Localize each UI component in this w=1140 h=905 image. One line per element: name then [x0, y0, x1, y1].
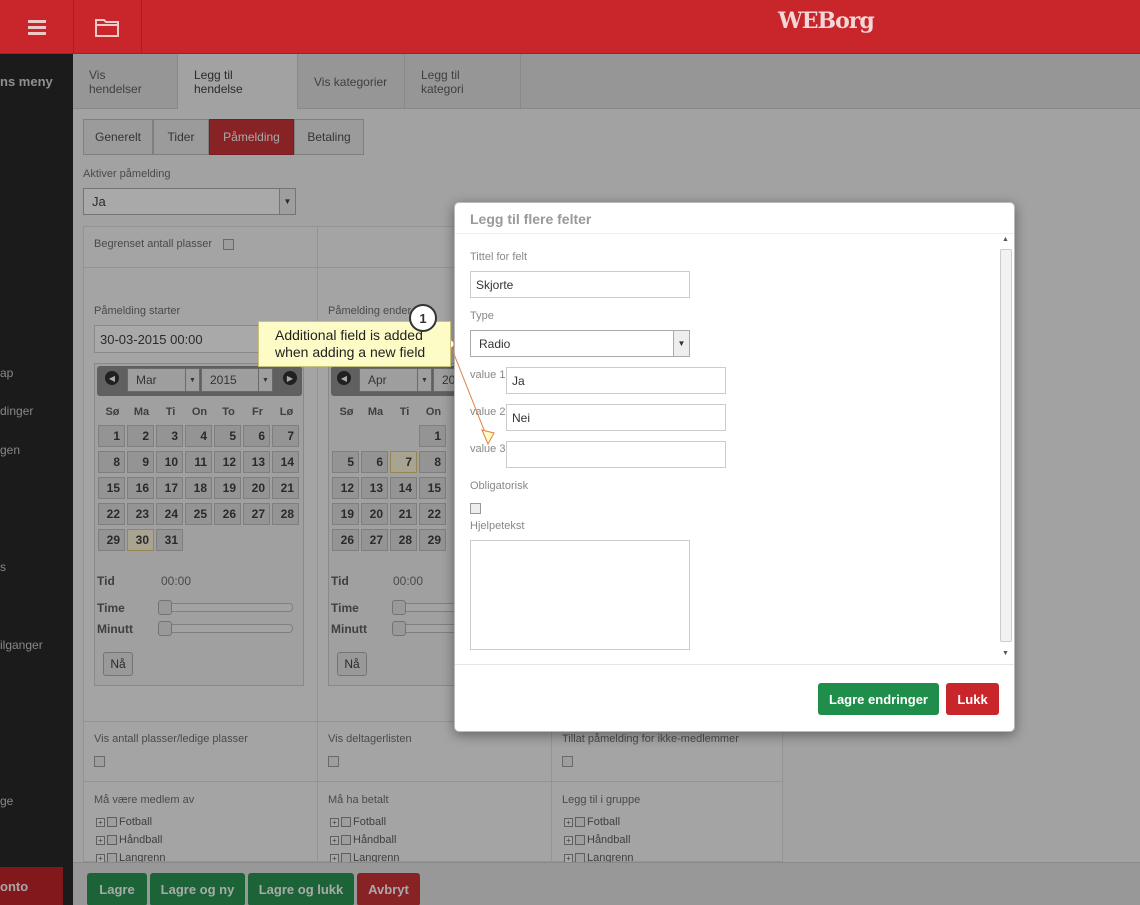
hamburger-menu-button[interactable] — [0, 0, 74, 54]
folder-button[interactable] — [74, 0, 142, 54]
save-changes-button[interactable]: Lagre endringer — [818, 683, 939, 715]
obligatorisk-label: Obligatorisk — [470, 480, 529, 492]
scroll-down-icon[interactable]: ▼ — [1002, 650, 1009, 657]
add-fields-modal: Legg til flere felter Tittel for felt Sk… — [454, 202, 1015, 732]
value-input[interactable]: Nei — [506, 404, 726, 431]
hamburger-icon — [27, 20, 46, 35]
hjelpetekst-label: Hjelpetekst — [470, 520, 525, 532]
value-input[interactable]: Ja — [506, 367, 726, 394]
top-bar: WEBorg — [0, 0, 1140, 54]
hjelpetekst-textarea[interactable] — [470, 540, 690, 650]
tittel-label: Tittel for felt — [470, 251, 528, 263]
callout-line: when adding a new field — [275, 344, 426, 360]
chevron-down-icon: ▼ — [673, 331, 689, 356]
folder-icon — [94, 19, 119, 37]
close-button[interactable]: Lukk — [946, 683, 999, 715]
modal-backdrop-sidebar — [0, 54, 73, 905]
obligatorisk-checkbox[interactable] — [470, 503, 481, 514]
logo: WEBorg — [778, 8, 875, 34]
value-input[interactable] — [506, 441, 726, 468]
type-select[interactable]: Radio ▼ — [470, 330, 690, 357]
callout-number-badge: 1 — [409, 304, 437, 332]
scroll-up-icon[interactable]: ▲ — [1002, 236, 1009, 243]
type-label: Type — [470, 310, 494, 322]
modal-scrollbar[interactable]: ▲ ▼ — [999, 234, 1013, 663]
scrollbar-thumb[interactable] — [1000, 249, 1012, 642]
modal-title: Legg til flere felter — [470, 211, 592, 227]
tittel-input[interactable]: Skjorte — [470, 271, 690, 298]
